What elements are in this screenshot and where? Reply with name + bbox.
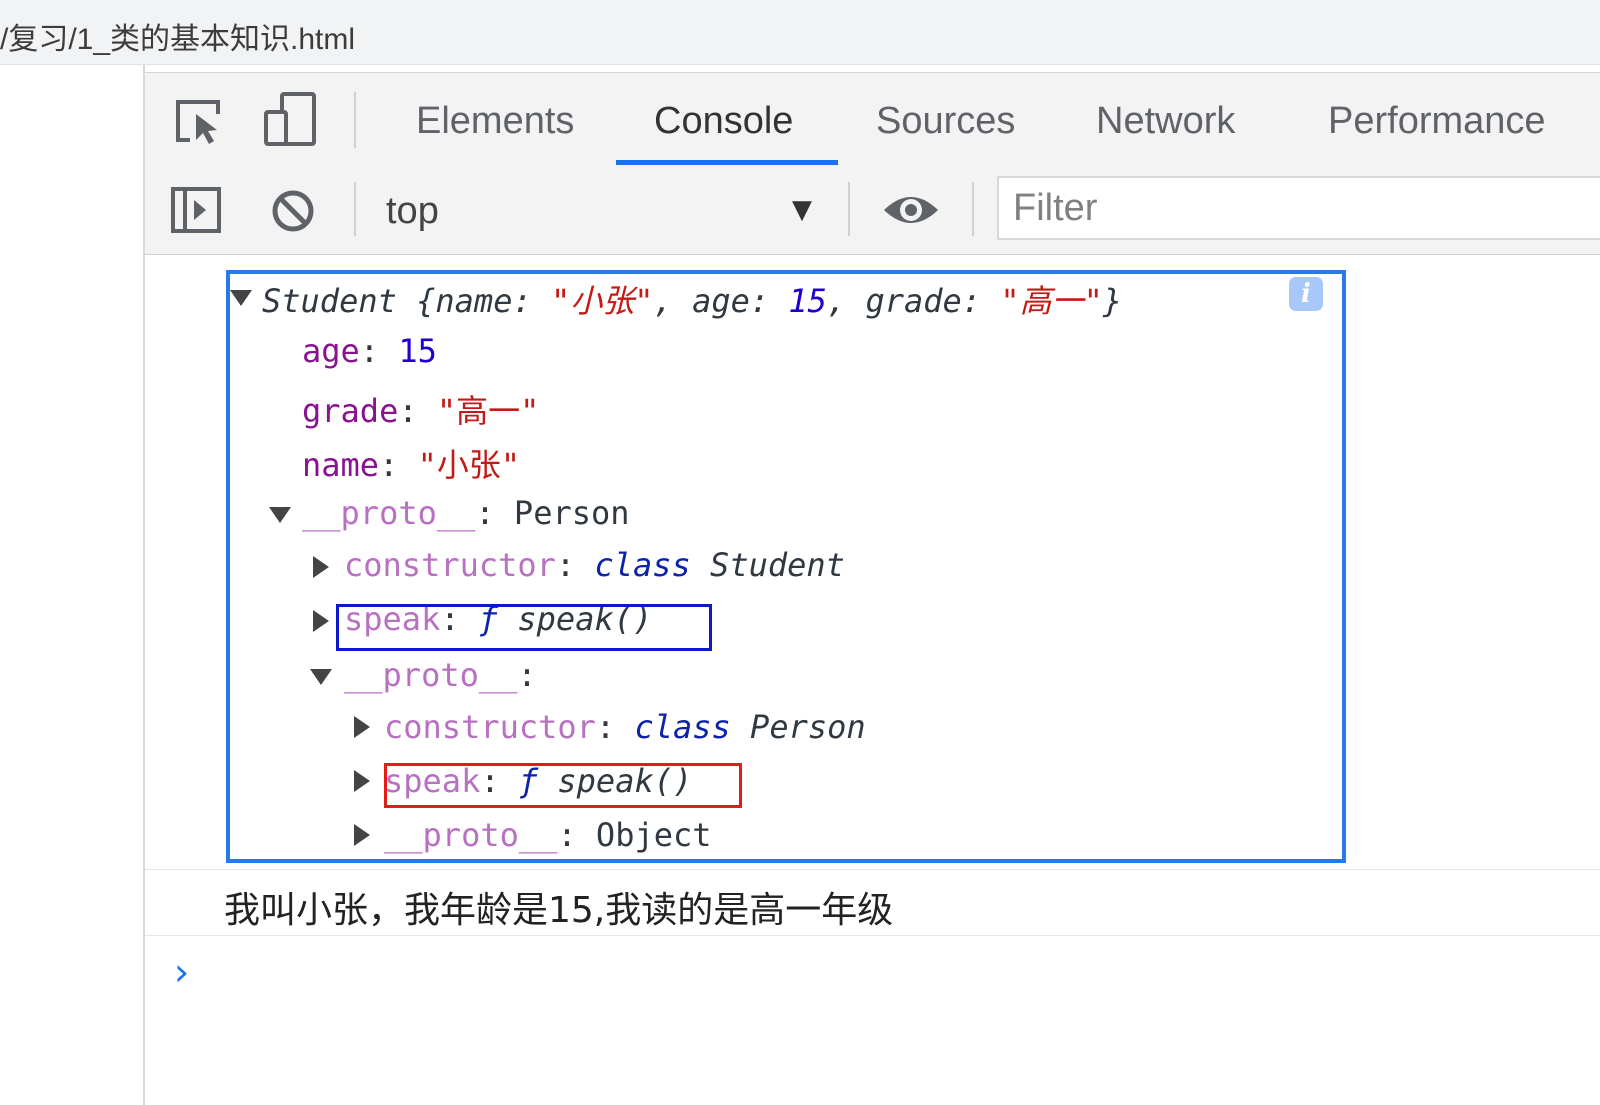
collapse-triangle-icon[interactable] [354,716,370,738]
context-selector[interactable]: top [386,190,439,233]
toolbar-divider [354,92,356,148]
expand-triangle-icon[interactable] [269,507,291,523]
page-viewport [0,65,145,1105]
clear-console-icon[interactable] [270,188,316,234]
live-expression-eye-icon[interactable] [882,190,940,230]
active-tab-indicator [616,160,838,165]
tab-network[interactable]: Network [1096,100,1235,143]
property-proto-inner[interactable]: __proto__: [344,656,537,694]
property-speak-person[interactable]: speak: ƒ speak() [384,762,692,800]
property-proto-object[interactable]: __proto__: Object [384,816,712,854]
tab-performance[interactable]: Performance [1328,100,1546,143]
dropdown-arrow-icon[interactable]: ▼ [792,195,812,225]
property-name[interactable]: name: "小张" [302,440,520,486]
object-summary[interactable]: Student {name: "小张", age: 15, grade: "高一… [262,276,1122,322]
info-icon[interactable]: i [1289,277,1323,311]
device-toolbar-icon[interactable] [262,92,318,148]
console-log-message: 我叫小张，我年龄是15,我读的是高一年级 [224,890,894,931]
property-proto-person[interactable]: __proto__: Person [302,494,630,532]
console-divider [145,935,1600,936]
prompt-chevron-icon[interactable]: › [174,950,189,994]
collapse-triangle-icon[interactable] [354,770,370,792]
tab-sources[interactable]: Sources [876,100,1015,143]
toolbar-divider [848,182,850,236]
collapse-triangle-icon[interactable] [313,556,329,578]
property-speak-student[interactable]: speak: ƒ speak() [344,600,652,638]
expand-triangle-icon[interactable] [230,290,252,306]
filter-input[interactable] [997,176,1600,240]
property-constructor-person[interactable]: constructor: class Person [384,708,866,746]
property-age[interactable]: age: 15 [302,332,437,370]
property-grade[interactable]: grade: "高一" [302,386,539,432]
property-constructor-student[interactable]: constructor: class Student [344,546,845,584]
console-divider [145,869,1600,870]
collapse-triangle-icon[interactable] [354,824,370,846]
show-sidebar-icon[interactable] [170,186,222,234]
collapse-triangle-icon[interactable] [313,610,329,632]
url-text[interactable]: /复习/1_类的基本知识.html [0,14,355,58]
tab-elements[interactable]: Elements [416,100,574,143]
toolbar-divider [972,182,974,236]
tab-console[interactable]: Console [654,100,793,143]
toolbar-divider [354,182,356,236]
expand-triangle-icon[interactable] [310,669,332,685]
inspect-element-icon[interactable] [174,98,226,146]
